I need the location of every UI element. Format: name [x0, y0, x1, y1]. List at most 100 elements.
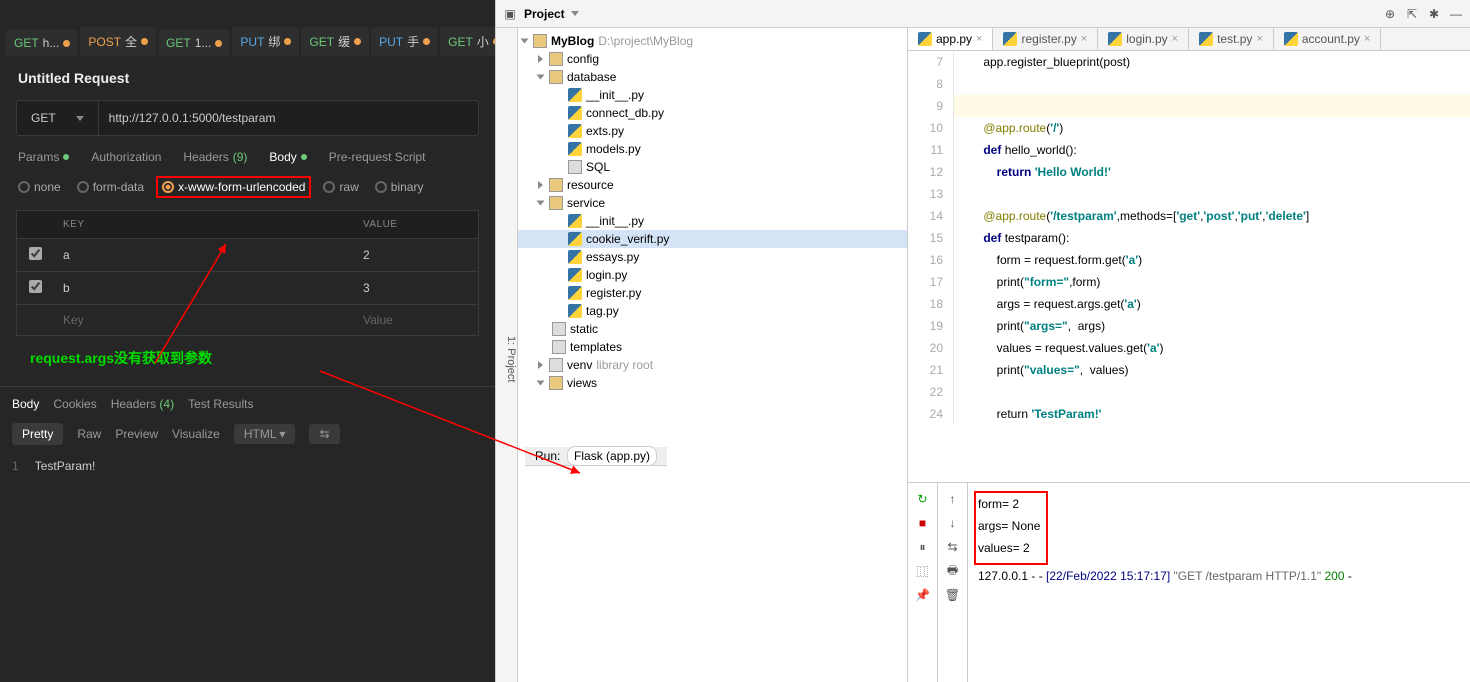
resp-tab-body[interactable]: Body [12, 397, 39, 411]
tree-node[interactable]: essays.py [518, 248, 907, 266]
body-kv-table: KEYVALUE a2b3 KeyValue [16, 210, 479, 336]
url-bar: GET [16, 100, 479, 136]
view-raw[interactable]: Raw [77, 427, 101, 441]
trash-icon[interactable]: 🗑 [945, 587, 961, 603]
close-icon[interactable]: × [1364, 33, 1370, 45]
project-icon: ▣ [502, 6, 518, 22]
tree-node[interactable]: login.py [518, 266, 907, 284]
request-tab[interactable]: GET 小 [440, 27, 495, 56]
wrap-icon[interactable]: ⇆ [309, 424, 339, 444]
tree-node[interactable]: venv library root [518, 356, 907, 374]
tree-node[interactable]: tag.py [518, 302, 907, 320]
kv-check[interactable] [29, 247, 42, 260]
tree-node[interactable]: __init__.py [518, 212, 907, 230]
stop-icon[interactable]: ■ [915, 515, 931, 531]
tree-node[interactable]: SQL [518, 158, 907, 176]
gear-icon[interactable]: ✱ [1426, 6, 1442, 22]
request-tab[interactable]: GET 缓 [301, 27, 369, 56]
tree-node[interactable]: __init__.py [518, 86, 907, 104]
request-tabbar: GET h...POST 全GET 1...PUT 绑GET 缓PUT 手GET… [0, 0, 495, 56]
tree-node[interactable]: templates [518, 338, 907, 356]
view-preview[interactable]: Preview [115, 427, 158, 441]
view-visualize[interactable]: Visualize [172, 427, 220, 441]
request-section-tabs: Params Authorization Headers (9) Body Pr… [0, 150, 495, 174]
layout-icon[interactable]: ⿲ [915, 563, 931, 579]
format-dropdown[interactable]: HTML ▾ [234, 424, 296, 444]
console-toolbar-right: ↑ ↓ ⇆ 🖶 🗑 [938, 483, 968, 682]
kv-row[interactable]: b3 [16, 272, 479, 305]
tree-node[interactable]: service [518, 194, 907, 212]
tree-node[interactable]: cookie_verift.py [518, 230, 907, 248]
tree-node[interactable]: register.py [518, 284, 907, 302]
hide-icon[interactable]: — [1448, 6, 1464, 22]
editor-tab[interactable]: account.py× [1274, 28, 1381, 50]
tab-params[interactable]: Params [18, 150, 69, 164]
wrap-icon[interactable]: ⇆ [945, 539, 961, 555]
kv-header-key: KEY [53, 211, 353, 238]
radio-form-data[interactable]: form-data [77, 180, 144, 194]
response-toolbar: Pretty Raw Preview Visualize HTML ▾ ⇆ [0, 419, 495, 455]
ide-panel: ▣ Project ⊕ ⇱ ✱ — 1: Project MyBlog D:\p… [495, 0, 1470, 682]
tree-node[interactable]: exts.py [518, 122, 907, 140]
locate-icon[interactable]: ⊕ [1382, 6, 1398, 22]
code-editor[interactable]: 7 app.register_blueprint(post)8910 @app.… [908, 51, 1470, 462]
tree-node[interactable]: MyBlog D:\project\MyBlog [518, 32, 907, 50]
close-icon[interactable]: × [1256, 33, 1262, 45]
radio-urlencoded[interactable]: x-www-form-urlencoded [156, 176, 311, 198]
request-tab[interactable]: GET h... [6, 30, 78, 56]
tree-node[interactable]: connect_db.py [518, 104, 907, 122]
project-tree: MyBlog D:\project\MyBlogconfigdatabase__… [518, 28, 908, 682]
print-icon[interactable]: 🖶 [945, 563, 961, 579]
editor-tab[interactable]: login.py× [1098, 28, 1189, 50]
request-tab[interactable]: PUT 手 [371, 27, 438, 56]
radio-raw[interactable]: raw [323, 180, 358, 194]
resp-tab-cookies[interactable]: Cookies [53, 397, 96, 411]
kv-val-placeholder[interactable]: Value [353, 305, 478, 335]
chevron-down-icon[interactable] [571, 11, 579, 16]
down-icon[interactable]: ↓ [945, 515, 961, 531]
up-icon[interactable]: ↑ [945, 491, 961, 507]
kv-key-placeholder[interactable]: Key [53, 305, 353, 335]
close-icon[interactable]: × [976, 33, 982, 45]
tree-node[interactable]: models.py [518, 140, 907, 158]
resp-tab-headers[interactable]: Headers (4) [111, 397, 174, 411]
tab-headers[interactable]: Headers (9) [183, 150, 247, 164]
pause-icon[interactable]: ⏸ [915, 539, 931, 555]
tree-node[interactable]: static [518, 320, 907, 338]
pin-icon[interactable]: 📌 [915, 587, 931, 603]
project-side-tab[interactable]: 1: Project [496, 28, 518, 682]
tree-node[interactable]: views [518, 374, 907, 392]
resp-tab-tests[interactable]: Test Results [188, 397, 253, 411]
annotation-text: request.args没有获取到参数 [0, 336, 495, 380]
editor-tab[interactable]: app.py× [908, 28, 993, 50]
run-console: ↻ ■ ⏸ ⿲ 📌 ↑ ↓ ⇆ 🖶 🗑 form= 2 args= No [908, 482, 1470, 682]
editor-tabs: app.py×register.py×login.py×test.py×acco… [908, 28, 1470, 51]
method-dropdown[interactable]: GET [17, 101, 99, 135]
url-input[interactable] [99, 101, 478, 135]
editor-area: app.py×register.py×login.py×test.py×acco… [908, 28, 1470, 682]
kv-row[interactable]: a2 [16, 239, 479, 272]
tab-prerequest[interactable]: Pre-request Script [329, 150, 426, 164]
kv-check[interactable] [29, 280, 42, 293]
close-icon[interactable]: × [1081, 33, 1087, 45]
request-tab[interactable]: POST 全 [80, 27, 156, 56]
body-type-radios: none form-data x-www-form-urlencoded raw… [0, 174, 495, 210]
console-output: form= 2 args= None values= 2 127.0.0.1 -… [968, 483, 1470, 682]
radio-binary[interactable]: binary [375, 180, 424, 194]
tree-node[interactable]: resource [518, 176, 907, 194]
request-tab[interactable]: GET 1... [158, 30, 230, 56]
request-title: Untitled Request [0, 56, 495, 100]
request-tab[interactable]: PUT 绑 [232, 27, 299, 56]
editor-tab[interactable]: register.py× [993, 28, 1098, 50]
close-icon[interactable]: × [1172, 33, 1178, 45]
tree-node[interactable]: config [518, 50, 907, 68]
tab-authorization[interactable]: Authorization [91, 150, 161, 164]
tree-node[interactable]: database [518, 68, 907, 86]
editor-tab[interactable]: test.py× [1189, 28, 1274, 50]
radio-none[interactable]: none [18, 180, 61, 194]
tab-body[interactable]: Body [269, 150, 306, 164]
collapse-icon[interactable]: ⇱ [1404, 6, 1420, 22]
rerun-icon[interactable]: ↻ [915, 491, 931, 507]
kv-header-value: VALUE [353, 211, 478, 238]
view-pretty[interactable]: Pretty [12, 423, 63, 445]
